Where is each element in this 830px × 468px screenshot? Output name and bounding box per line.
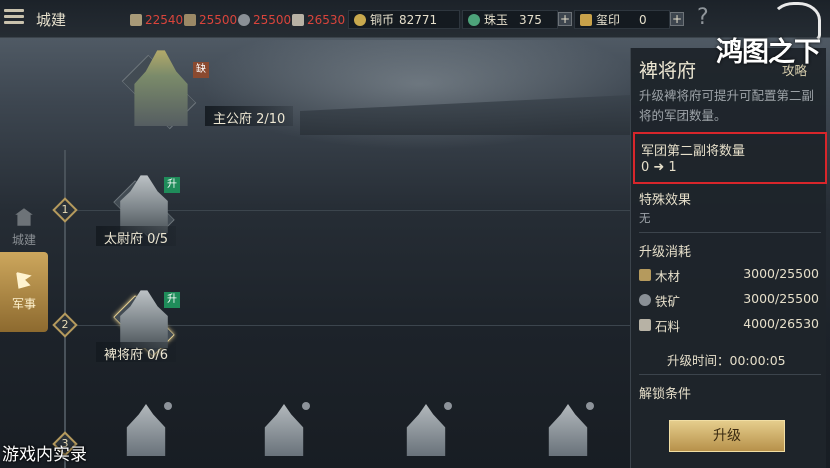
- resource-food-value: 22540: [145, 13, 184, 27]
- building-image: [406, 404, 446, 456]
- currency-jade-label: 珠玉: [484, 13, 509, 27]
- building-label: 太尉府 0/5: [96, 226, 177, 247]
- building-image: [264, 404, 304, 456]
- tier-number: 1: [61, 203, 69, 216]
- upgrade-badge: 升: [164, 177, 180, 193]
- resource-iron-value: 25500: [253, 13, 292, 27]
- food-icon: [130, 14, 142, 26]
- building-main-hall[interactable]: 缺 主公府 2/10: [105, 38, 325, 133]
- seal-add-button[interactable]: +: [670, 12, 684, 26]
- wood-icon: [639, 269, 651, 281]
- page-title: 城建: [36, 11, 67, 29]
- resource-stone: 26530: [292, 12, 345, 28]
- cost-title: 升级消耗: [639, 245, 692, 260]
- panel-divider: [639, 232, 821, 233]
- building-detail-panel: 裨将府 升级裨将府可提升可配置第二副将的军团数量。 军团第二副将数量 0 ➜ 1…: [630, 48, 827, 468]
- tab-city-build[interactable]: 城建: [0, 200, 48, 250]
- building-bijiang[interactable]: 升 裨将府 0/6: [96, 280, 216, 363]
- resource-wood-value: 25500: [199, 13, 238, 27]
- highlight-value: 0 ➜ 1: [641, 160, 677, 175]
- cost-value: 3000/25500: [743, 291, 819, 306]
- currency-jade-value: 375: [519, 12, 542, 27]
- lock-icon: [586, 402, 594, 410]
- top-bar: 城建 22540 25500 25500 26530 铜币 82771 珠玉 3…: [0, 0, 830, 38]
- game-logo: 鸿图之下: [716, 37, 821, 68]
- cost-name: 木材: [655, 269, 681, 284]
- cost-row-iron: 铁矿 3000/25500: [639, 291, 819, 309]
- building-locked[interactable]: [108, 398, 184, 468]
- building-label: 裨将府 0/6: [96, 342, 177, 363]
- iron-icon: [238, 14, 250, 26]
- wood-icon: [184, 14, 196, 26]
- cost-name: 石料: [655, 319, 681, 334]
- iron-icon: [639, 294, 651, 306]
- currency-copper-label: 铜币: [370, 13, 395, 27]
- stone-icon: [292, 14, 304, 26]
- jade-icon: [468, 13, 480, 26]
- help-icon[interactable]: ?: [697, 5, 709, 30]
- building-locked[interactable]: [388, 398, 464, 468]
- building-image: [126, 404, 166, 456]
- resource-food: 22540: [130, 12, 183, 28]
- upgrade-badge: 升: [164, 292, 180, 308]
- stone-icon: [639, 319, 651, 331]
- currency-copper-value: 82771: [399, 12, 438, 27]
- panel-description: 升级裨将府可提升可配置第二副将的军团数量。: [639, 88, 815, 123]
- copper-coin-icon: [354, 13, 366, 26]
- upgrade-time: 升级时间：00:00:05: [667, 353, 786, 368]
- cost-row-wood: 木材 3000/25500: [639, 266, 819, 284]
- special-effect-title: 特殊效果: [639, 193, 692, 208]
- highlight-title: 军团第二副将数量: [641, 144, 746, 159]
- currency-seal-label: 玺印: [596, 13, 621, 27]
- lock-icon: [444, 402, 452, 410]
- panel-divider: [639, 374, 821, 375]
- currency-seal-value: 0: [639, 12, 647, 27]
- resource-stone-value: 26530: [307, 13, 346, 27]
- menu-icon[interactable]: [4, 6, 24, 32]
- currency-copper: 铜币 82771: [348, 10, 460, 29]
- building-label: 主公府 2/10: [205, 106, 294, 127]
- tab-military[interactable]: 军事: [0, 252, 48, 332]
- seal-icon: [580, 13, 592, 26]
- cost-row-stone: 石料 4000/26530: [639, 316, 819, 334]
- building-locked[interactable]: [246, 398, 322, 468]
- tier-number: 2: [61, 318, 69, 331]
- panel-title: 裨将府: [639, 60, 697, 82]
- lock-icon: [164, 402, 172, 410]
- building-image: [548, 404, 588, 456]
- special-effect-value: 无: [639, 211, 651, 225]
- watermark: 游戏内实录: [2, 445, 87, 465]
- highlight-box: 军团第二副将数量 0 ➜ 1: [633, 132, 827, 184]
- building-taiwei[interactable]: 升 太尉府 0/5: [96, 165, 216, 247]
- shortage-badge: 缺: [193, 62, 209, 78]
- currency-jade: 珠玉 375: [462, 10, 558, 29]
- cost-value: 4000/26530: [743, 316, 819, 331]
- left-tab-bar: 城建 军事: [0, 190, 48, 390]
- jade-add-button[interactable]: +: [558, 12, 572, 26]
- city-icon: [15, 208, 33, 226]
- tab-city-build-label: 城建: [11, 233, 36, 247]
- cost-name: 铁矿: [655, 294, 681, 309]
- currency-seal: 玺印 0: [574, 10, 670, 29]
- flag-icon: [16, 272, 32, 289]
- tab-military-label: 军事: [11, 297, 36, 311]
- resource-iron: 25500: [238, 12, 291, 28]
- resource-wood: 25500: [184, 12, 237, 28]
- lock-icon: [302, 402, 310, 410]
- cost-value: 3000/25500: [743, 266, 819, 281]
- upgrade-button[interactable]: 升级: [669, 420, 785, 452]
- building-locked[interactable]: [530, 398, 606, 468]
- unlock-title: 解锁条件: [639, 387, 692, 402]
